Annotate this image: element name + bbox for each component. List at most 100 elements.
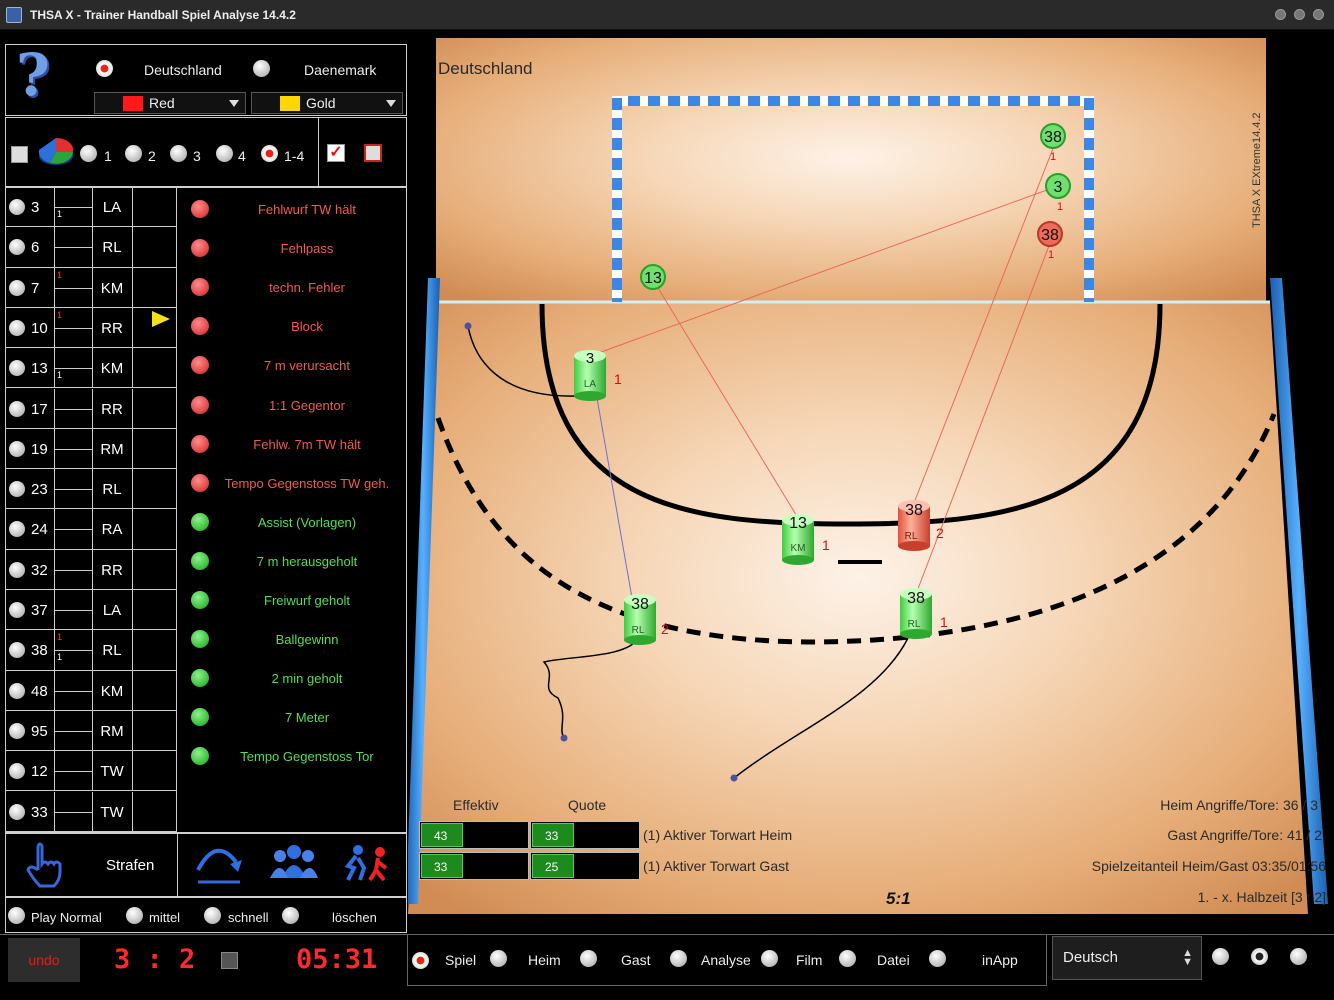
divider: [132, 630, 133, 670]
nav-datei[interactable]: Datei: [877, 952, 910, 968]
nav-radio-film[interactable]: [761, 950, 778, 967]
language-select[interactable]: Deutsch ▲ ▼: [1052, 936, 1202, 980]
roster-row[interactable]: 32 RR: [6, 549, 176, 590]
player-select-radio[interactable]: [9, 199, 25, 215]
nav-radio-gast[interactable]: [580, 950, 597, 967]
player-select-radio[interactable]: [9, 521, 25, 538]
roster-row[interactable]: 3 1 LA: [6, 187, 176, 228]
player-select-radio[interactable]: [9, 400, 25, 417]
roster-row[interactable]: 48 KM: [6, 670, 176, 711]
checked-checkbox[interactable]: ✓: [327, 144, 345, 162]
extra-radio-3[interactable]: [1290, 948, 1307, 965]
away-color-dropdown[interactable]: Gold: [251, 92, 403, 114]
player-select-radio[interactable]: [9, 440, 25, 457]
stop-checkbox[interactable]: [221, 952, 238, 969]
nav-gast[interactable]: Gast: [621, 952, 651, 968]
roster-row[interactable]: 95 RM: [6, 710, 176, 752]
nav-radio-inapp[interactable]: [929, 950, 946, 967]
player-select-radio[interactable]: [9, 239, 25, 256]
undo-button[interactable]: undo: [8, 938, 80, 982]
event-button[interactable]: 2 min geholt: [180, 659, 404, 698]
close-button[interactable]: [1313, 9, 1324, 20]
event-button[interactable]: Tempo Gegenstoss TW geh.: [180, 464, 404, 503]
event-button[interactable]: Ballgewinn: [180, 620, 404, 659]
event-button[interactable]: Fehlwurf TW hält: [180, 190, 404, 229]
extra-radio-2[interactable]: [1251, 948, 1268, 965]
team-away-radio[interactable]: [253, 60, 270, 77]
event-button[interactable]: 1:1 Gegentor: [180, 386, 404, 425]
select-all-checkbox[interactable]: [11, 146, 28, 163]
unchecked-checkbox[interactable]: [364, 144, 382, 162]
nav-radio-analyse[interactable]: [670, 950, 687, 967]
event-label: Freiwurf geholt: [264, 593, 350, 608]
player-select-radio[interactable]: [9, 682, 25, 699]
player-select-radio[interactable]: [9, 561, 25, 578]
period-radio-4[interactable]: [216, 145, 233, 162]
handball-court[interactable]: 38 1 3 1 38 1 13 3 LA 1 13 KM 1 38 RL 2 …: [408, 38, 1328, 914]
roster-row[interactable]: 6 RL: [6, 227, 176, 268]
event-button[interactable]: Assist (Vorlagen): [180, 503, 404, 542]
roster-row[interactable]: 19 RM: [6, 428, 176, 470]
player-select-radio[interactable]: [9, 279, 25, 296]
roster-row[interactable]: 17 RR: [6, 388, 176, 429]
team-players-icon[interactable]: [268, 842, 320, 882]
nav-radio-spiel[interactable]: [412, 952, 429, 969]
roster-row[interactable]: 23 RL: [6, 469, 176, 510]
maximize-button[interactable]: [1294, 9, 1305, 20]
event-button[interactable]: 7 m verursacht: [180, 346, 404, 385]
roster-row[interactable]: 13 1 KM: [6, 348, 176, 389]
loeschen-radio[interactable]: [282, 907, 299, 924]
foul-players-icon[interactable]: [342, 842, 394, 884]
hand-pointer-icon[interactable]: [24, 842, 66, 890]
roster-row[interactable]: 24 RA: [6, 509, 176, 550]
player-select-radio[interactable]: [9, 722, 25, 739]
event-button[interactable]: 7 m herausgeholt: [180, 542, 404, 581]
nav-heim[interactable]: Heim: [528, 952, 561, 968]
player-select-radio[interactable]: [9, 602, 25, 618]
roster-row[interactable]: 38 1 1 RL: [6, 630, 176, 671]
event-button[interactable]: Fehlpass: [180, 229, 404, 268]
nav-radio-datei[interactable]: [839, 950, 856, 967]
event-button[interactable]: Fehlw. 7m TW hält: [180, 425, 404, 464]
event-button[interactable]: Tempo Gegenstoss Tor: [180, 737, 404, 776]
event-button[interactable]: Block: [180, 307, 404, 346]
player-select-radio[interactable]: [9, 642, 25, 659]
help-icon[interactable]: ?: [16, 41, 50, 109]
roster-row[interactable]: 7 1 KM: [6, 267, 176, 308]
event-button[interactable]: 7 Meter: [180, 698, 404, 737]
strafen-button[interactable]: Strafen: [106, 857, 154, 874]
player-select-radio[interactable]: [9, 803, 25, 820]
nav-spiel[interactable]: Spiel: [445, 952, 476, 968]
period-radio-all[interactable]: [261, 145, 278, 162]
nav-inapp[interactable]: inApp: [982, 952, 1018, 968]
minimize-button[interactable]: [1275, 9, 1286, 20]
event-label: 7 Meter: [284, 710, 330, 726]
play-mittel-radio[interactable]: [126, 907, 143, 924]
player-select-radio[interactable]: [9, 763, 25, 780]
period-radio-2[interactable]: [125, 145, 142, 162]
arrow-right-icon[interactable]: [152, 311, 170, 327]
play-schnell-radio[interactable]: [204, 907, 221, 924]
goal-marker[interactable]: 13: [640, 264, 666, 290]
period-radio-1[interactable]: [80, 145, 97, 162]
event-button[interactable]: techn. Fehler: [180, 268, 404, 307]
player-select-radio[interactable]: [9, 481, 25, 498]
roster-row[interactable]: 33 TW: [6, 791, 176, 832]
player-position: KM: [100, 682, 124, 700]
pie-chart-icon[interactable]: [36, 134, 76, 168]
team-home-radio[interactable]: [96, 60, 113, 77]
nav-film[interactable]: Film: [796, 952, 822, 968]
extra-radio-1[interactable]: [1212, 948, 1229, 965]
home-color-dropdown[interactable]: Red: [94, 92, 246, 114]
roster-row[interactable]: 37 LA: [6, 590, 176, 631]
period-radio-3[interactable]: [170, 145, 187, 162]
event-button[interactable]: Freiwurf geholt: [180, 581, 404, 620]
player-select-radio[interactable]: [9, 360, 25, 377]
roster-row[interactable]: 12 TW: [6, 751, 176, 792]
nav-radio-heim[interactable]: [490, 950, 507, 967]
nav-analyse[interactable]: Analyse: [701, 952, 751, 968]
play-normal-radio[interactable]: [8, 907, 25, 924]
player-select-radio[interactable]: [9, 319, 25, 336]
curve-arrow-icon[interactable]: [192, 840, 246, 888]
roster-row[interactable]: 10 1 RR: [6, 307, 176, 349]
